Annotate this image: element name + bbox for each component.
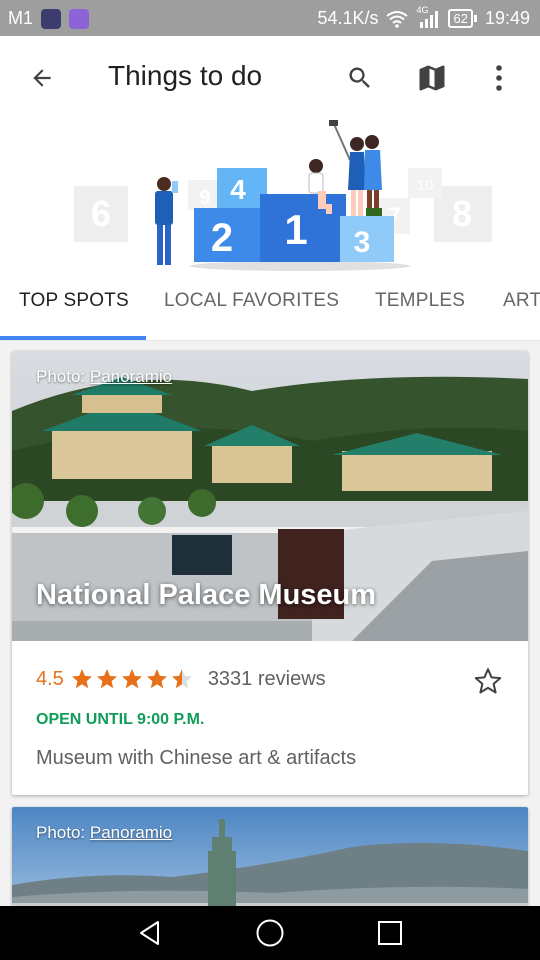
rating-row: 4.5 3331 reviews bbox=[36, 667, 326, 691]
person-figure bbox=[155, 177, 178, 265]
photo-credit-prefix: Photo: bbox=[36, 367, 90, 386]
hero-illustration: 6 8 10 7 9 4 2 1 3 bbox=[0, 118, 540, 278]
more-options-button[interactable] bbox=[475, 54, 523, 102]
map-button[interactable] bbox=[408, 54, 456, 102]
carrier-label: M1 bbox=[8, 8, 34, 28]
search-button[interactable] bbox=[336, 54, 384, 102]
place-name: National Palace Museum bbox=[36, 579, 377, 611]
back-arrow-icon bbox=[33, 69, 51, 87]
star-icon bbox=[146, 669, 167, 689]
place-description: Museum with Chinese art & artifacts bbox=[36, 747, 357, 769]
nav-home-button[interactable] bbox=[230, 906, 310, 960]
podium-label-1: 1 bbox=[284, 206, 307, 253]
background-block-label: 9 bbox=[199, 187, 210, 209]
app-notification-icon bbox=[41, 8, 62, 29]
tab-local-favorites[interactable]: LOCAL FAVORITES bbox=[164, 290, 339, 312]
place-photo[interactable]: Photo: Panoramio bbox=[12, 807, 528, 906]
star-icon bbox=[96, 669, 117, 689]
half-star-icon bbox=[171, 669, 192, 689]
review-count[interactable]: 3331 reviews bbox=[208, 668, 326, 691]
photo-source-link[interactable]: Panoramio bbox=[90, 823, 172, 842]
star-icon bbox=[121, 669, 142, 689]
place-photo[interactable]: Photo: Panoramio National Palace Museum bbox=[12, 351, 528, 641]
network-speed: 54.1K/s bbox=[317, 8, 379, 28]
status-bar: M1 54.1K/s 4G 62 19:49 bbox=[0, 0, 540, 36]
photo-credit-prefix: Photo: bbox=[36, 823, 90, 842]
photo-credit: Photo: Panoramio bbox=[36, 367, 172, 387]
search-icon bbox=[349, 67, 370, 88]
recents-square-icon bbox=[378, 921, 402, 945]
city-photo-illustration bbox=[12, 807, 528, 906]
opening-hours: OPEN UNTIL 9:00 P.M. bbox=[36, 711, 205, 728]
signal-icon bbox=[420, 10, 439, 28]
category-tabs: TOP SPOTS LOCAL FAVORITES TEMPLES ART bbox=[0, 278, 540, 341]
battery-indicator: 62 bbox=[448, 9, 477, 28]
page-title: Things to do bbox=[108, 60, 263, 91]
wifi-icon bbox=[386, 10, 409, 28]
photo-credit: Photo: Panoramio bbox=[36, 823, 172, 843]
map-icon bbox=[419, 65, 445, 91]
place-card[interactable]: Photo: Panoramio bbox=[12, 807, 528, 906]
podium-label-4: 4 bbox=[230, 174, 246, 205]
podium-label-2: 2 bbox=[211, 216, 233, 260]
back-button[interactable] bbox=[18, 54, 66, 102]
active-tab-indicator bbox=[0, 336, 146, 340]
nav-recents-button[interactable] bbox=[350, 906, 430, 960]
rating-value: 4.5 bbox=[36, 667, 64, 690]
places-feed[interactable]: Photo: Panoramio National Palace Museum … bbox=[0, 341, 540, 906]
system-navigation-bar bbox=[0, 906, 540, 960]
podium-illustration: 6 8 10 7 9 4 2 1 3 bbox=[74, 120, 492, 271]
tab-art[interactable]: ART bbox=[503, 290, 540, 312]
more-vert-icon bbox=[496, 65, 502, 91]
star-outline-icon bbox=[474, 668, 502, 694]
tab-top-spots[interactable]: TOP SPOTS bbox=[19, 290, 129, 312]
clock: 19:49 bbox=[484, 8, 530, 28]
battery-level: 62 bbox=[448, 9, 473, 28]
background-block-label: 6 bbox=[91, 193, 111, 234]
back-triangle-icon bbox=[140, 921, 159, 945]
background-block-label: 8 bbox=[452, 193, 472, 234]
photo-source-link[interactable]: Panoramio bbox=[90, 367, 172, 386]
tab-temples[interactable]: TEMPLES bbox=[375, 290, 465, 312]
nav-back-button[interactable] bbox=[110, 906, 190, 960]
star-rating bbox=[70, 667, 194, 691]
place-card[interactable]: Photo: Panoramio National Palace Museum … bbox=[12, 351, 528, 795]
star-icon bbox=[71, 669, 92, 689]
save-place-button[interactable] bbox=[468, 661, 508, 701]
place-info: 4.5 3331 reviews OPEN UNTIL 9:00 P.M. Mu… bbox=[12, 641, 528, 795]
home-circle-icon bbox=[256, 919, 284, 947]
gallery-notification-icon bbox=[69, 8, 90, 29]
app-bar: Things to do bbox=[0, 36, 540, 120]
podium-label-3: 3 bbox=[354, 226, 371, 259]
background-block-label: 10 bbox=[417, 177, 434, 194]
